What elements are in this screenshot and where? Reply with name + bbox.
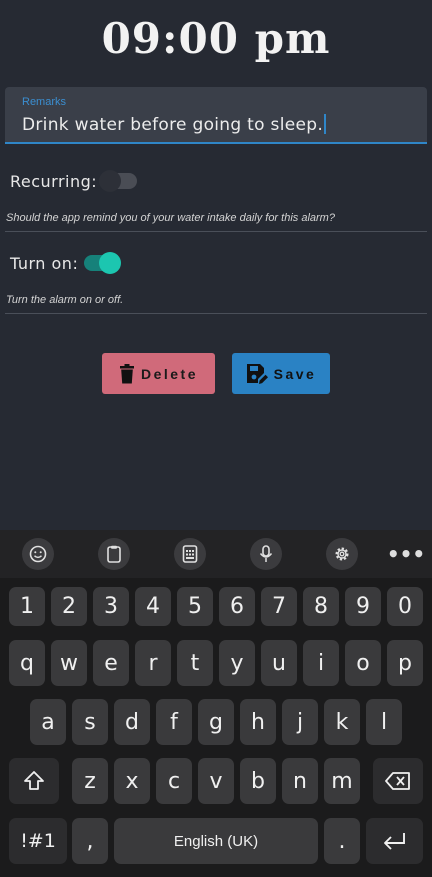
key-m[interactable]: m — [324, 758, 360, 804]
key-7[interactable]: 7 — [261, 587, 297, 626]
trash-icon — [119, 363, 134, 383]
recurring-toggle-knob — [99, 170, 121, 192]
save-label: Save — [273, 365, 317, 382]
recurring-hint: Should the app remind you of your water … — [6, 212, 335, 224]
turn-on-label: Turn on: — [10, 254, 79, 273]
delete-button[interactable]: Delete — [102, 353, 215, 394]
backspace-key[interactable] — [373, 758, 423, 804]
emoji-icon[interactable] — [22, 538, 54, 570]
key-9[interactable]: 9 — [345, 587, 381, 626]
key-c[interactable]: c — [156, 758, 192, 804]
key-p[interactable]: p — [387, 640, 423, 686]
settings-icon[interactable] — [326, 538, 358, 570]
save-edit-icon — [246, 363, 268, 384]
keyboard-toolbar: ••• — [0, 530, 432, 578]
key-n[interactable]: n — [282, 758, 318, 804]
key-2[interactable]: 2 — [51, 587, 87, 626]
shift-key[interactable] — [9, 758, 59, 804]
delete-label: Delete — [140, 365, 199, 382]
key-6[interactable]: 6 — [219, 587, 255, 626]
on-screen-keyboard: ••• 1 2 3 4 5 6 7 8 9 0 q w e r t y u i … — [0, 530, 432, 877]
period-key[interactable]: . — [324, 818, 360, 864]
recurring-label: Recurring: — [10, 172, 98, 191]
save-button[interactable]: Save — [232, 353, 330, 394]
key-r[interactable]: r — [135, 640, 171, 686]
backspace-icon — [385, 772, 410, 790]
key-y[interactable]: y — [219, 640, 255, 686]
remarks-input-wrapper[interactable]: Drink water before going to sleep. — [22, 114, 327, 135]
microphone-icon[interactable] — [250, 538, 282, 570]
key-d[interactable]: d — [114, 699, 150, 745]
key-k[interactable]: k — [324, 699, 360, 745]
key-a[interactable]: a — [30, 699, 66, 745]
turn-on-toggle[interactable] — [84, 252, 121, 274]
key-s[interactable]: s — [72, 699, 108, 745]
clipboard-icon[interactable] — [98, 538, 130, 570]
time-display[interactable]: 09:00 pm — [0, 14, 432, 63]
key-5[interactable]: 5 — [177, 587, 213, 626]
key-l[interactable]: l — [366, 699, 402, 745]
key-e[interactable]: e — [93, 640, 129, 686]
key-h[interactable]: h — [240, 699, 276, 745]
remarks-field[interactable]: Remarks Drink water before going to slee… — [5, 87, 427, 144]
key-0[interactable]: 0 — [387, 587, 423, 626]
key-t[interactable]: t — [177, 640, 213, 686]
divider — [5, 231, 427, 232]
turn-on-toggle-knob — [99, 252, 121, 274]
remarks-input[interactable]: Drink water before going to sleep. — [22, 115, 323, 135]
remarks-label: Remarks — [22, 96, 67, 108]
key-i[interactable]: i — [303, 640, 339, 686]
key-z[interactable]: z — [72, 758, 108, 804]
key-q[interactable]: q — [9, 640, 45, 686]
key-v[interactable]: v — [198, 758, 234, 804]
symbols-key[interactable]: !#1 — [9, 818, 67, 864]
turn-on-hint: Turn the alarm on or off. — [6, 294, 124, 306]
key-j[interactable]: j — [282, 699, 318, 745]
key-4[interactable]: 4 — [135, 587, 171, 626]
recurring-toggle[interactable] — [99, 170, 137, 192]
enter-key[interactable] — [366, 818, 423, 864]
key-g[interactable]: g — [198, 699, 234, 745]
key-1[interactable]: 1 — [9, 587, 45, 626]
key-f[interactable]: f — [156, 699, 192, 745]
enter-icon — [383, 833, 405, 850]
comma-key[interactable]: , — [72, 818, 108, 864]
key-8[interactable]: 8 — [303, 587, 339, 626]
key-3[interactable]: 3 — [93, 587, 129, 626]
key-o[interactable]: o — [345, 640, 381, 686]
key-x[interactable]: x — [114, 758, 150, 804]
key-u[interactable]: u — [261, 640, 297, 686]
more-icon[interactable]: ••• — [387, 539, 425, 569]
keyboard-layout-icon[interactable] — [174, 538, 206, 570]
space-key[interactable]: English (UK) — [114, 818, 318, 864]
divider — [5, 313, 427, 314]
key-w[interactable]: w — [51, 640, 87, 686]
key-b[interactable]: b — [240, 758, 276, 804]
text-caret — [324, 114, 327, 134]
shift-icon — [24, 771, 44, 790]
